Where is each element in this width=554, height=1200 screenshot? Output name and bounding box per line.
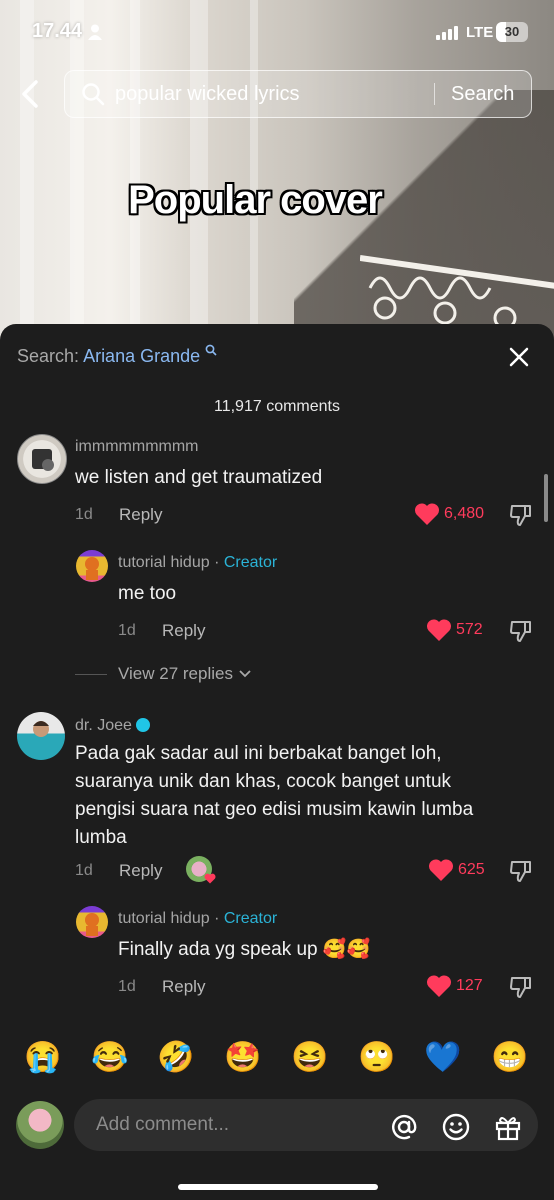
emoji-button[interactable]: 💙 (423, 1040, 463, 1075)
comment-text-line: Pada gak sadar aul ini berbakat banget l… (75, 743, 442, 764)
battery-icon: 30 (496, 22, 528, 42)
emoji-button[interactable]: 🤩 (223, 1040, 263, 1075)
emoji-button[interactable]: 😭 (23, 1040, 63, 1075)
search-suggestion-term[interactable]: Ariana Grande (83, 346, 200, 366)
search-small-icon (205, 344, 217, 356)
search-input[interactable]: popular wicked lyrics Search (64, 70, 532, 118)
gift-icon[interactable] (494, 1113, 522, 1141)
video-caption: Popular cover (128, 178, 383, 222)
verified-icon (135, 718, 150, 732)
username-text: tutorial hidup (118, 554, 210, 571)
close-button[interactable] (506, 344, 532, 370)
comment-time: 1d (118, 622, 136, 639)
creator-badge: Creator (223, 554, 278, 571)
comment-username[interactable]: tutorial hidup · Creator (118, 910, 277, 928)
back-button[interactable] (14, 74, 48, 114)
my-avatar[interactable] (16, 1101, 64, 1149)
like-count: 625 (458, 861, 485, 878)
comment-text-line: suaranya unik dan khas, cocok banget unt… (75, 771, 452, 792)
emoji-button[interactable]: 😆 (290, 1040, 330, 1075)
reply-button[interactable]: Reply (162, 621, 205, 641)
at-icon[interactable] (390, 1113, 418, 1141)
username-text: tutorial hidup (118, 910, 210, 927)
search-button[interactable]: Search (451, 83, 514, 106)
search-icon (82, 83, 105, 106)
dislike-icon[interactable] (508, 502, 534, 528)
comment-time: 1d (118, 978, 136, 995)
like-count: 127 (456, 977, 483, 994)
dislike-icon[interactable] (508, 618, 534, 644)
reply-button[interactable]: Reply (119, 861, 162, 881)
emoji-button[interactable]: 😂 (90, 1040, 130, 1075)
comment-placeholder: Add comment... (96, 1114, 230, 1135)
comment-text: Pada gak sadar aul ini berbakat banget l… (75, 740, 545, 852)
back-icon (22, 80, 38, 108)
avatar[interactable] (76, 550, 108, 582)
comment-username[interactable]: immmmmmmmm (75, 438, 199, 456)
comment-text: me too (118, 583, 177, 604)
like-count: 6,480 (444, 505, 485, 522)
heart-icon[interactable] (426, 618, 452, 642)
emoji-button[interactable]: 🙄 (357, 1040, 397, 1075)
view-replies-line (75, 674, 107, 675)
reply-button[interactable]: Reply (119, 505, 162, 525)
search-query: popular wicked lyrics (115, 83, 300, 105)
heart-icon[interactable] (414, 502, 440, 526)
comment-username[interactable]: dr. Joee (75, 716, 150, 735)
network-type: LTE (466, 24, 494, 41)
person-icon (88, 24, 102, 40)
comment-time: 1d (75, 862, 93, 879)
emoji-button[interactable]: 🤣 (156, 1040, 196, 1075)
signal-icon (436, 26, 458, 40)
dislike-icon[interactable] (508, 858, 534, 884)
heart-icon[interactable] (428, 858, 454, 882)
comment-input[interactable]: Add comment... (74, 1099, 538, 1151)
comment-time: 1d (75, 506, 93, 523)
username-text: dr. Joee (75, 717, 132, 734)
search-suggestion[interactable]: Search: Ariana Grande (17, 344, 217, 367)
home-indicator[interactable] (178, 1184, 378, 1190)
comment-username[interactable]: tutorial hidup · Creator (118, 554, 277, 572)
close-icon (509, 347, 529, 367)
emoji-bar: 😭 😂 🤣 🤩 😆 🙄 💙 😁 (0, 1030, 554, 1090)
creator-liked-avatar (186, 856, 216, 884)
emoji-button[interactable]: 😁 (490, 1040, 530, 1075)
scrollbar[interactable] (544, 474, 548, 522)
comment-text: Finally ada yg speak up 🥰🥰 (118, 939, 371, 960)
avatar[interactable] (17, 712, 65, 760)
status-time: 17.44 (32, 20, 83, 42)
status-bar: 17.44 LTE 30 (0, 0, 554, 64)
view-replies-label: View 27 replies (118, 664, 233, 683)
reply-button[interactable]: Reply (162, 977, 205, 997)
search-suggestion-label: Search: (17, 346, 80, 366)
chevron-down-icon (239, 670, 251, 678)
sheet-header: Search: Ariana Grande (0, 324, 554, 384)
search-divider (434, 83, 435, 105)
comment-text-line: pengisi suara nat geo edisi musim kawin … (75, 799, 474, 820)
comment-input-row: Add comment... (0, 1092, 554, 1162)
view-replies-button[interactable]: View 27 replies (118, 664, 252, 684)
avatar[interactable] (76, 906, 108, 938)
comment-text: we listen and get traumatized (75, 467, 323, 488)
heart-icon[interactable] (426, 974, 452, 998)
dislike-icon[interactable] (508, 974, 534, 1000)
comment-text-line: lumba (75, 827, 127, 848)
like-count: 572 (456, 621, 483, 638)
avatar[interactable] (17, 434, 67, 484)
battery-level: 30 (504, 24, 520, 39)
creator-badge: Creator (223, 910, 278, 927)
comments-count: 11,917 comments (214, 398, 340, 415)
emoji-icon[interactable] (442, 1113, 470, 1141)
